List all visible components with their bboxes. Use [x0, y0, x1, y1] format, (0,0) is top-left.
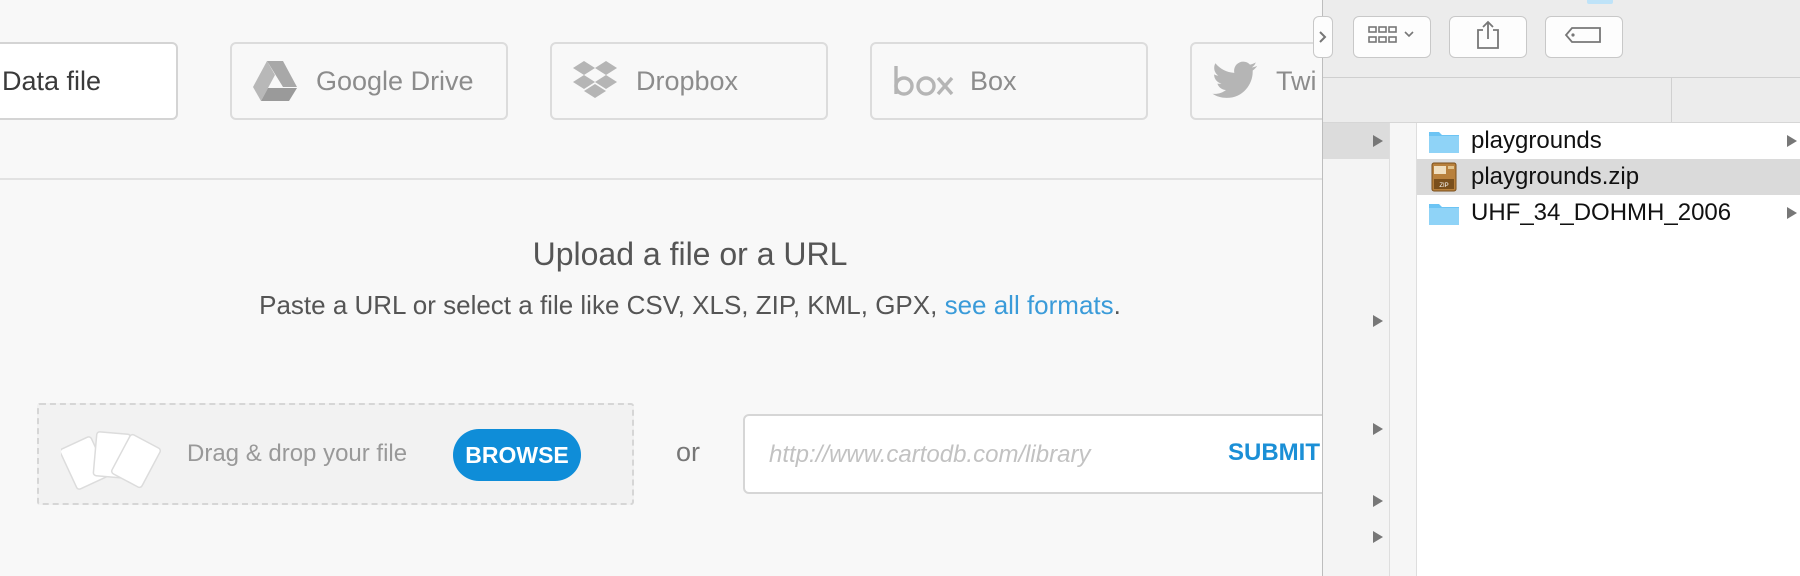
- disclosure-arrow-icon: [1373, 531, 1383, 543]
- disclosure-arrow-icon: [1373, 135, 1383, 147]
- dropzone-label: Drag & drop your file: [187, 440, 408, 467]
- tags-button[interactable]: [1545, 16, 1623, 58]
- dropbox-icon: [572, 58, 618, 104]
- source-dropbox-button[interactable]: Dropbox: [550, 42, 828, 120]
- upload-title: Upload a file or a URL: [532, 236, 848, 272]
- box-icon: [892, 58, 956, 104]
- upload-subtitle: Paste a URL or select a file like CSV, X…: [0, 290, 1322, 321]
- disclosure-arrow-icon: [1373, 423, 1383, 435]
- source-data-file-button[interactable]: Data file: [0, 42, 178, 120]
- file-name: playgrounds.zip: [1471, 163, 1640, 190]
- source-google-drive-button[interactable]: Google Drive: [230, 42, 508, 120]
- source-label: Google Drive: [316, 65, 474, 96]
- grid-icon: [1367, 24, 1417, 51]
- source-label: Box: [970, 65, 1017, 96]
- subtitle-text: Paste a URL or select a file like CSV, X…: [259, 290, 938, 320]
- list-item[interactable]: ZIP playgrounds.zip: [1417, 159, 1800, 195]
- share-icon: [1475, 20, 1501, 55]
- header-divider: [1671, 78, 1672, 122]
- disclosure-arrow-icon: [1787, 207, 1797, 219]
- file-dropzone[interactable]: Drag & drop your file BROWSE: [37, 403, 634, 505]
- source-label: Twi: [1276, 65, 1317, 96]
- share-button[interactable]: [1449, 16, 1527, 58]
- source-label: Dropbox: [636, 65, 739, 96]
- folder-icon: [1427, 199, 1461, 227]
- file-name: playgrounds: [1471, 127, 1602, 154]
- url-input[interactable]: [767, 434, 1191, 476]
- path-folder-icon: [1587, 0, 1613, 4]
- submit-button[interactable]: SUBMIT: [1228, 439, 1320, 467]
- arrange-button[interactable]: [1353, 16, 1431, 58]
- finder-column-header: [1323, 78, 1800, 123]
- source-twitter-button[interactable]: Twi: [1190, 42, 1322, 120]
- divider: [0, 178, 1322, 180]
- files-stack-icon: [59, 423, 162, 493]
- google-drive-icon: [252, 58, 298, 104]
- disclosure-arrow-icon: [1373, 315, 1383, 327]
- see-all-formats-link[interactable]: see all formats: [945, 290, 1114, 320]
- list-item[interactable]: UHF_34_DOHMH_2006: [1417, 195, 1800, 231]
- disclosure-arrow-icon: [1787, 135, 1797, 147]
- tag-icon: [1564, 25, 1604, 50]
- or-separator: or: [676, 437, 701, 467]
- file-name: UHF_34_DOHMH_2006: [1471, 199, 1732, 226]
- finder-toolbar: [1313, 0, 1800, 78]
- back-button[interactable]: [1313, 16, 1333, 58]
- twitter-icon: [1212, 58, 1258, 104]
- source-label: Data file: [2, 65, 102, 96]
- folder-icon: [1427, 127, 1461, 155]
- finder-column-1: [1323, 123, 1390, 576]
- finder-column-3: playgrounds ZIP playgrounds.zip UHF_34_D…: [1417, 123, 1800, 576]
- svg-text:ZIP: ZIP: [1439, 183, 1448, 189]
- browse-button[interactable]: BROWSE: [453, 429, 581, 481]
- list-item[interactable]: playgrounds: [1417, 123, 1800, 159]
- source-box-button[interactable]: Box: [870, 42, 1148, 120]
- url-field-container: SUBMIT: [743, 414, 1322, 494]
- upload-panel: Data file Google Drive Dropbox Box Twi U…: [0, 0, 1322, 576]
- zip-archive-icon: ZIP: [1427, 162, 1461, 192]
- disclosure-arrow-icon: [1373, 495, 1383, 507]
- finder-window: playgrounds ZIP playgrounds.zip UHF_34_D…: [1313, 0, 1800, 576]
- finder-column-2: [1390, 123, 1417, 576]
- subtitle-suffix: .: [1113, 290, 1121, 320]
